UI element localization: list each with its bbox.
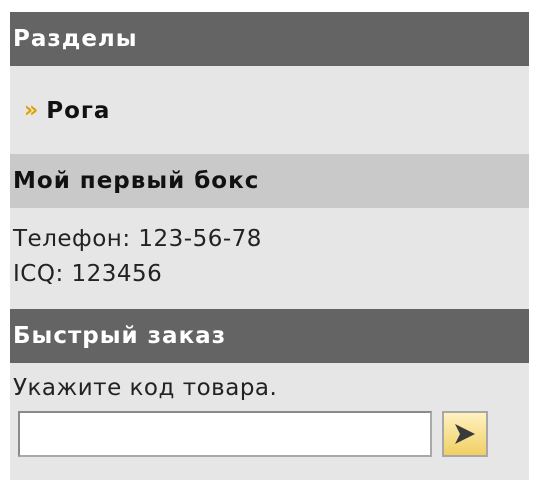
double-chevron-right-icon: » (24, 98, 39, 123)
quick-order-form (18, 411, 529, 457)
sections-box: » Рога (10, 66, 529, 154)
quick-order-box: Укажите код товара. (10, 363, 529, 480)
contact-box: Телефон: 123-56-78 ICQ: 123456 (10, 208, 529, 309)
first-box-header: Мой первый бокс (10, 154, 529, 208)
sidebar: Разделы » Рога Мой первый бокс Телефон: … (10, 12, 529, 480)
section-link-label: Рога (46, 98, 111, 124)
icq-text: ICQ: 123456 (13, 261, 163, 287)
section-link-roga[interactable]: » Рога (24, 98, 110, 124)
quick-order-submit-button[interactable] (442, 411, 488, 457)
sections-title: Разделы (13, 26, 138, 52)
quick-order-prompt: Укажите код товара. (13, 375, 278, 401)
play-arrow-icon (455, 424, 475, 444)
first-box-title: Мой первый бокс (13, 168, 260, 194)
phone-text: Телефон: 123-56-78 (13, 226, 262, 252)
quick-order-title: Быстрый заказ (13, 323, 227, 349)
quick-order-header: Быстрый заказ (10, 309, 529, 363)
sections-header: Разделы (10, 12, 529, 66)
product-code-input[interactable] (18, 411, 432, 457)
